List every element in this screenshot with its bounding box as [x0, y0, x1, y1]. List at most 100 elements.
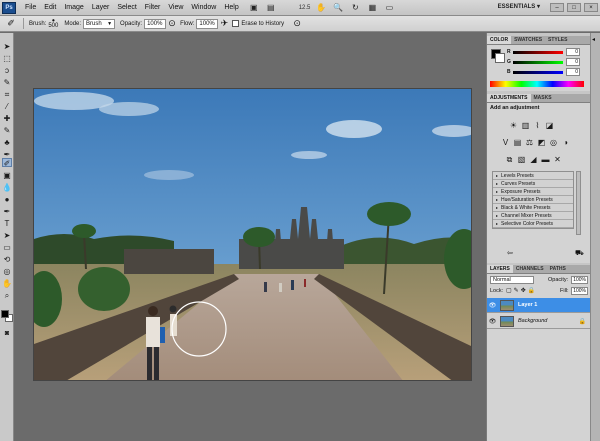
slider-b[interactable]: [513, 70, 563, 74]
menu-edit[interactable]: Edit: [40, 4, 60, 11]
layer-row-layer-1[interactable]: 👁 Layer 1: [487, 298, 591, 313]
tab-masks[interactable]: MASKS: [531, 94, 555, 102]
workspace-switcher[interactable]: ESSENTIALS ▾: [498, 3, 540, 10]
opacity-field[interactable]: 100%: [144, 18, 167, 29]
tab-color[interactable]: COLOR: [487, 36, 512, 44]
preset-exposure[interactable]: ▸ Exposure Presets: [493, 188, 573, 196]
color-spectrum-bar[interactable]: [490, 81, 584, 87]
menu-help[interactable]: Help: [220, 4, 242, 11]
gradient-map-icon[interactable]: ▬: [541, 155, 550, 164]
eyedropper-tool-icon[interactable]: ⁄: [2, 102, 12, 111]
3d-rotate-tool-icon[interactable]: ⟲: [2, 255, 12, 264]
shape-tool-icon[interactable]: ▭: [2, 243, 12, 252]
curves-icon[interactable]: ⌇: [533, 121, 542, 130]
clip-to-layer-icon[interactable]: ⛟: [575, 249, 584, 258]
document-canvas[interactable]: [33, 88, 472, 381]
erase-to-history-checkbox[interactable]: [232, 20, 240, 27]
launch-bridge-icon[interactable]: ▣: [248, 3, 260, 13]
preset-black-white[interactable]: ▸ Black & White Presets: [493, 204, 573, 212]
tab-layers[interactable]: LAYERS: [487, 265, 513, 273]
vibrance-icon[interactable]: V: [501, 138, 510, 147]
eraser-tool-icon[interactable]: ✐: [2, 158, 12, 168]
brush-picker[interactable]: • 500: [48, 17, 58, 30]
pressure-size-icon[interactable]: ⊙: [290, 18, 304, 30]
lock-icons[interactable]: ▢✎✥🔒: [506, 287, 537, 294]
airbrush-icon[interactable]: ✈: [220, 18, 229, 30]
path-selection-tool-icon[interactable]: ➤: [2, 231, 12, 240]
tab-adjustments[interactable]: ADJUSTMENTS: [487, 94, 531, 102]
hand-tool-icon[interactable]: ✋: [2, 279, 12, 288]
brush-tool-icon[interactable]: ✎: [2, 126, 12, 135]
layer-opacity-field[interactable]: 100%: [571, 276, 588, 284]
quick-mask-icon[interactable]: ◙: [2, 329, 12, 338]
value-g[interactable]: 0: [566, 58, 580, 66]
menu-image[interactable]: Image: [60, 4, 87, 11]
photo-filter-icon[interactable]: ◎: [549, 138, 558, 147]
hue-saturation-icon[interactable]: ▤: [513, 138, 522, 147]
blend-mode-dropdown[interactable]: Normal: [490, 276, 534, 284]
preset-selective-color[interactable]: ▸ Selective Color Presets: [493, 220, 573, 228]
zoom-tool-icon[interactable]: 🔍: [332, 3, 344, 13]
menu-window[interactable]: Window: [187, 4, 220, 11]
selective-color-icon[interactable]: ✕: [553, 155, 562, 164]
menu-file[interactable]: File: [21, 4, 40, 11]
menu-layer[interactable]: Layer: [88, 4, 114, 11]
hand-tool-icon[interactable]: ✋: [315, 3, 327, 13]
type-tool-icon[interactable]: T: [2, 219, 12, 228]
brightness-contrast-icon[interactable]: ☀: [509, 121, 518, 130]
minimize-icon[interactable]: –: [550, 3, 564, 12]
return-to-list-icon[interactable]: ⇦: [507, 249, 513, 257]
tab-styles[interactable]: STYLES: [545, 36, 570, 44]
fill-field[interactable]: 100%: [571, 287, 588, 295]
presets-scrollbar[interactable]: [576, 171, 581, 235]
rotate-view-icon[interactable]: ↻: [349, 3, 361, 13]
launch-mini-bridge-icon[interactable]: ▤: [265, 3, 277, 13]
maximize-icon[interactable]: □: [567, 3, 581, 12]
invert-icon[interactable]: ⧉: [505, 155, 514, 164]
dodge-tool-icon[interactable]: ●: [2, 195, 12, 204]
tab-paths[interactable]: PATHS: [547, 265, 569, 273]
background-color-chip[interactable]: [495, 53, 505, 63]
preset-hue-saturation[interactable]: ▸ Hue/Saturation Presets: [493, 196, 573, 204]
slider-g[interactable]: [513, 60, 563, 64]
levels-icon[interactable]: ▥: [521, 121, 530, 130]
layer-row-background[interactable]: 👁 Background 🔒: [487, 314, 591, 329]
black-white-icon[interactable]: ◩: [537, 138, 546, 147]
tab-channels[interactable]: CHANNELS: [513, 265, 547, 273]
eraser-tool-preset-icon[interactable]: ✐: [4, 18, 18, 30]
mode-dropdown[interactable]: Brush ▼: [83, 18, 116, 29]
3d-orbit-tool-icon[interactable]: ◎: [2, 267, 12, 276]
crop-tool-icon[interactable]: ⌗: [2, 90, 12, 99]
gradient-tool-icon[interactable]: ▣: [2, 171, 12, 180]
menu-view[interactable]: View: [164, 4, 187, 11]
tab-swatches[interactable]: SWATCHES: [511, 36, 545, 44]
preset-curves[interactable]: ▸ Curves Presets: [493, 180, 573, 188]
menu-filter[interactable]: Filter: [141, 4, 165, 11]
menu-select[interactable]: Select: [113, 4, 140, 11]
preset-channel-mixer[interactable]: ▸ Channel Mixer Presets: [493, 212, 573, 220]
visibility-eye-icon[interactable]: 👁: [488, 318, 497, 325]
flow-field[interactable]: 100%: [196, 18, 219, 29]
color-balance-icon[interactable]: ⚖: [525, 138, 534, 147]
zoom-tool-icon[interactable]: ⌕: [2, 291, 12, 300]
threshold-icon[interactable]: ◢: [529, 155, 538, 164]
slider-r[interactable]: [513, 50, 563, 54]
exposure-icon[interactable]: ◪: [545, 121, 554, 130]
blur-tool-icon[interactable]: 💧: [2, 183, 12, 192]
posterize-icon[interactable]: ▧: [517, 155, 526, 164]
move-tool-icon[interactable]: ➤: [2, 42, 12, 51]
spot-healing-tool-icon[interactable]: ✚: [2, 114, 12, 123]
quick-selection-tool-icon[interactable]: ✎: [2, 78, 12, 87]
arrange-documents-icon[interactable]: ▦: [366, 3, 378, 13]
zoom-level[interactable]: 12.5: [299, 5, 311, 11]
expand-panels-icon[interactable]: ◂: [592, 36, 595, 43]
pen-tool-icon[interactable]: ✒: [2, 207, 12, 216]
channel-mixer-icon[interactable]: ◑: [561, 138, 570, 147]
value-b[interactable]: 0: [566, 68, 580, 76]
value-r[interactable]: 0: [566, 48, 580, 56]
screen-mode-icon[interactable]: ▭: [383, 3, 395, 13]
pressure-opacity-icon[interactable]: ⊙: [168, 18, 176, 30]
visibility-eye-icon[interactable]: 👁: [488, 302, 497, 309]
lasso-tool-icon[interactable]: ↄ: [2, 66, 12, 75]
foreground-color-swatch[interactable]: [1, 310, 9, 318]
